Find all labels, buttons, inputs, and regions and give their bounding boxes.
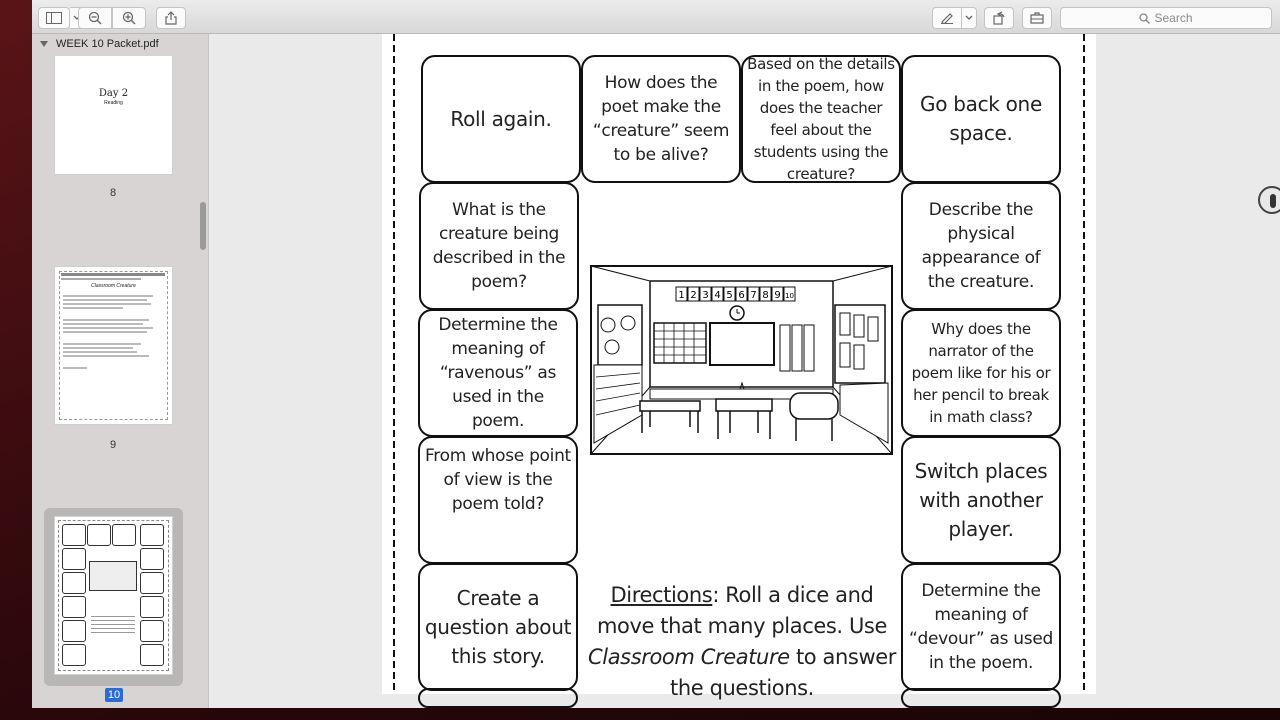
toolbox-icon: [1030, 12, 1044, 24]
rotate-icon: [993, 11, 1005, 25]
whiteboard: [709, 322, 775, 366]
number-card-label: 3: [702, 290, 708, 301]
number-card-label: 5: [726, 290, 732, 301]
sidebar-toggle-button[interactable]: [38, 7, 70, 29]
thumbnail-sidebar: WEEK 10 Packet.pdf Day 2 Reading 8 Class…: [32, 34, 209, 708]
number-card-label: 1: [678, 290, 684, 301]
toolbox-button[interactable]: [1022, 7, 1052, 29]
disclosure-triangle-icon: [40, 41, 48, 47]
page-thumbnail-10[interactable]: [54, 516, 173, 675]
card-describe-physical: Describe the physical appearance of the …: [901, 182, 1061, 310]
sidebar-icon: [46, 12, 62, 24]
document-name: WEEK 10 Packet.pdf: [56, 38, 159, 50]
number-line-row: 1 2 3 4 5 6 7 8 9 10: [675, 286, 796, 302]
page-thumbnail-8[interactable]: Day 2 Reading: [54, 56, 173, 175]
book-title: Classroom Creature: [588, 645, 790, 669]
sidebar-document-header[interactable]: WEEK 10 Packet.pdf: [32, 34, 196, 54]
card-go-back: Go back one space.: [901, 55, 1061, 183]
number-card-label: 10: [785, 292, 794, 300]
card-creature-alive: How does the poet make the “creature” se…: [581, 55, 741, 183]
card-point-of-view: From whose point of view is the poem tol…: [418, 436, 578, 564]
search-icon: [1139, 12, 1151, 24]
card-create-question: Create a question about this story.: [418, 563, 578, 691]
share-icon: [165, 11, 177, 25]
document-view: Roll again. How does the poet make the “…: [210, 34, 1280, 708]
share-button[interactable]: [156, 7, 186, 29]
zoom-out-icon: [88, 11, 102, 25]
classroom-illustration: 1 2 3 4 5 6 7 8 9 10: [590, 265, 893, 455]
toolbar: Search: [32, 0, 1280, 34]
bulletin-board-left: [597, 304, 643, 366]
pen-icon: [941, 13, 953, 24]
card-teacher-feel: Based on the details in the poem, how do…: [741, 55, 901, 183]
search-field[interactable]: Search: [1060, 7, 1272, 29]
directions-text: Directions: Roll a dice and move that ma…: [582, 580, 902, 704]
card-what-creature: What is the creature being described in …: [419, 182, 579, 310]
calendar-board: [653, 322, 707, 364]
thumb-title: Day 2: [98, 88, 129, 99]
card-switch-places: Switch places with another player.: [901, 436, 1061, 564]
table-center: [715, 398, 773, 412]
markup-button[interactable]: [932, 7, 962, 29]
page-number-10: 10: [105, 688, 123, 702]
number-card-label: 4: [714, 290, 720, 301]
zoom-in-button[interactable]: [112, 7, 146, 29]
number-card-label: 7: [750, 290, 756, 301]
thumb-subtitle: Reading: [104, 100, 123, 106]
pdf-page: Roll again. How does the poet make the “…: [382, 34, 1096, 708]
number-card-label: 2: [690, 290, 696, 301]
number-card-label: 6: [738, 290, 744, 301]
search-placeholder: Search: [1154, 11, 1193, 25]
chevron-down-icon: [965, 15, 973, 20]
markup-menu-chevron[interactable]: [961, 7, 977, 29]
thumb-title: Classroom Creature: [91, 283, 136, 289]
number-card-label: 8: [762, 290, 768, 301]
preview-window: Search WEEK 10 Packet.pdf Day 2 Reading …: [32, 0, 1280, 708]
table-right: [789, 392, 839, 420]
dashed-border-right: [1083, 34, 1085, 694]
page-number-9: 9: [109, 439, 117, 451]
table-left: [639, 400, 701, 412]
zoom-in-icon: [122, 11, 136, 25]
page-number-8: 8: [109, 187, 117, 199]
dashed-border-left: [393, 34, 395, 694]
number-card-label: 9: [774, 290, 780, 301]
card-ravenous: Determine the meaning of “ravenous” as u…: [418, 309, 578, 437]
page-thumbnail-9[interactable]: Classroom Creature: [54, 266, 173, 425]
card-pencil-break: Why does the narrator of the poem like f…: [901, 309, 1061, 437]
card-roll-again: Roll again.: [421, 55, 581, 183]
directions-label: Directions: [610, 583, 713, 607]
zoom-out-button[interactable]: [78, 7, 112, 29]
sidebar-scrollbar[interactable]: [200, 202, 206, 250]
scroll-handle[interactable]: [1258, 186, 1280, 214]
card-devour: Determine the meaning of “devour” as use…: [901, 563, 1061, 691]
rotate-button[interactable]: [984, 7, 1014, 29]
